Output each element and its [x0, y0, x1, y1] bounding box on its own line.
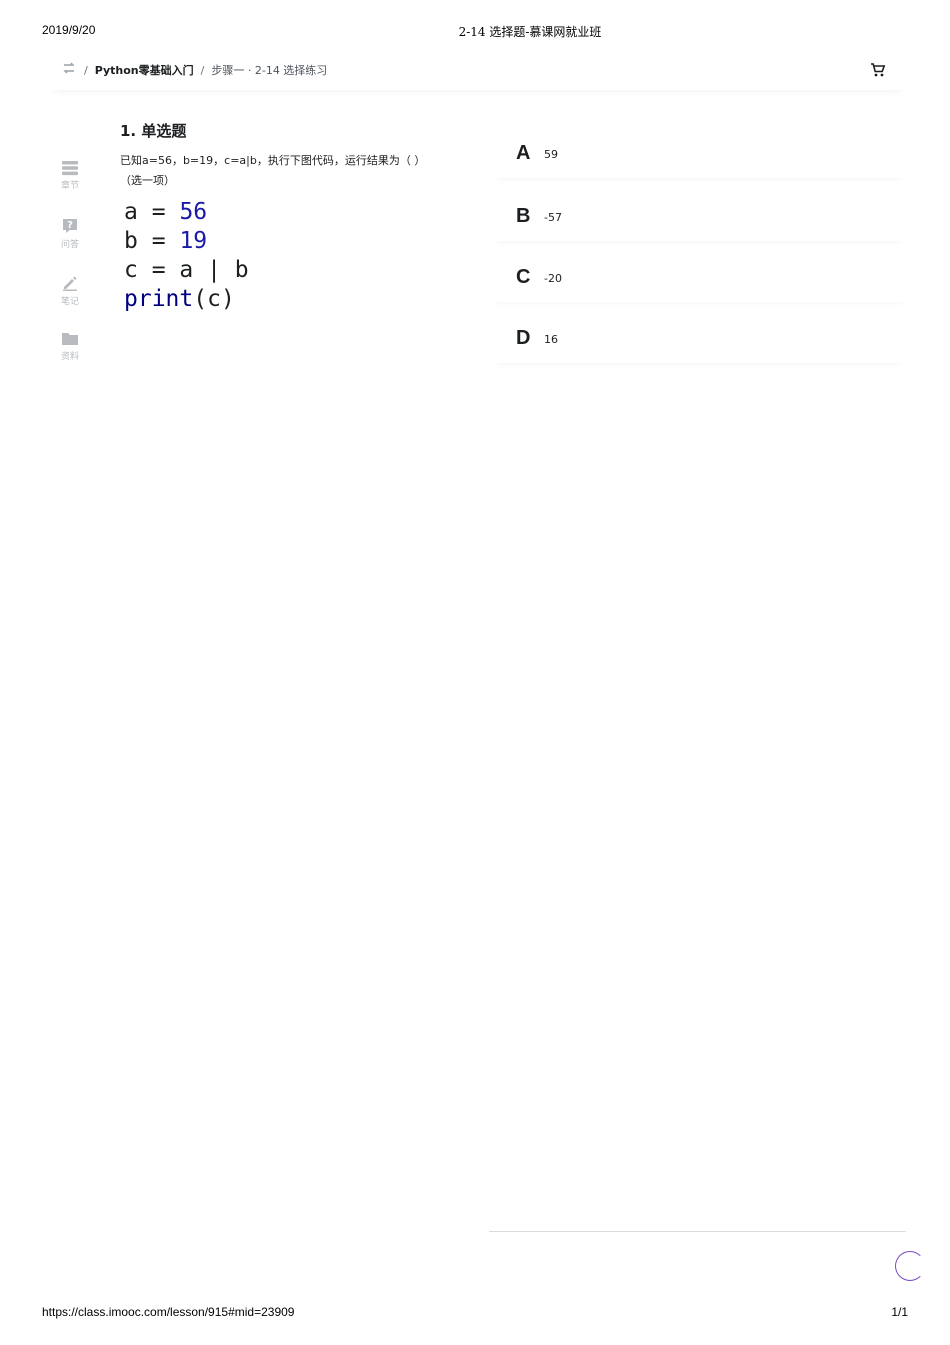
option-text: -20 [544, 272, 562, 285]
option-b[interactable]: B -57 [492, 197, 906, 241]
floating-action-button[interactable] [895, 1251, 925, 1281]
option-c[interactable]: C -20 [492, 258, 906, 302]
question-text: 已知a=56，b=19，c=a|b，执行下图代码，运行结果为（ ）（选一项） [120, 154, 420, 187]
bottom-divider [489, 1231, 906, 1232]
question-title: 1. 单选题 [120, 122, 187, 140]
sidebar-item-materials[interactable]: 资料 [48, 331, 92, 388]
option-letter: D [516, 327, 531, 349]
code-line: print(c) [124, 286, 235, 312]
sidebar-item-label: 章节 [60, 181, 79, 191]
sidebar-item-label: 笔记 [60, 297, 79, 307]
sidebar-item-notes[interactable]: 笔记 [48, 274, 92, 331]
breadcrumb: / Python零基础入门 / 步骤一 · 2-14 选择练习 [84, 62, 327, 78]
breadcrumb-lesson: 步骤一 · 2-14 选择练习 [211, 64, 328, 77]
top-navigation-bar: / Python零基础入门 / 步骤一 · 2-14 选择练习 [48, 52, 906, 90]
svg-text:?: ? [67, 220, 73, 231]
breadcrumb-course-link[interactable]: Python零基础入门 [95, 64, 194, 77]
option-letter: A [516, 142, 531, 164]
shopping-cart-icon[interactable] [870, 62, 886, 78]
option-letter: C [516, 266, 531, 288]
option-d[interactable]: D 16 [492, 319, 906, 363]
option-letter: B [516, 205, 531, 227]
breadcrumb-separator: / [84, 64, 88, 77]
option-text: -57 [544, 211, 562, 224]
code-line: a = 56 [124, 199, 208, 225]
chapters-icon [62, 161, 78, 176]
print-url: https://class.imooc.com/lesson/915#mid=2… [42, 1305, 295, 1319]
left-sidebar: 章节 ? 问答 笔记 资料 [48, 160, 92, 388]
option-text: 59 [544, 148, 558, 161]
sidebar-item-label: 问答 [60, 240, 79, 250]
sidebar-item-chapters[interactable]: 章节 [48, 160, 92, 217]
code-line: b = 19 [124, 228, 208, 254]
menu-toggle-icon[interactable] [61, 60, 77, 76]
code-line: c = a | b [124, 257, 249, 283]
sidebar-item-label: 资料 [60, 352, 79, 362]
code-snippet: a = 56 b = 19 c = a | b print(c) [124, 198, 249, 314]
breadcrumb-separator: / [200, 64, 205, 77]
folder-icon [62, 333, 78, 345]
pencil-icon [63, 276, 77, 291]
sidebar-item-qa[interactable]: ? 问答 [48, 217, 92, 274]
option-text: 16 [544, 333, 558, 346]
option-a[interactable]: A 59 [492, 134, 906, 178]
question-icon: ? [63, 219, 77, 233]
print-page-number: 1/1 [891, 1305, 908, 1319]
print-title: 2-14 选择题-慕课网就业班 [458, 25, 602, 39]
